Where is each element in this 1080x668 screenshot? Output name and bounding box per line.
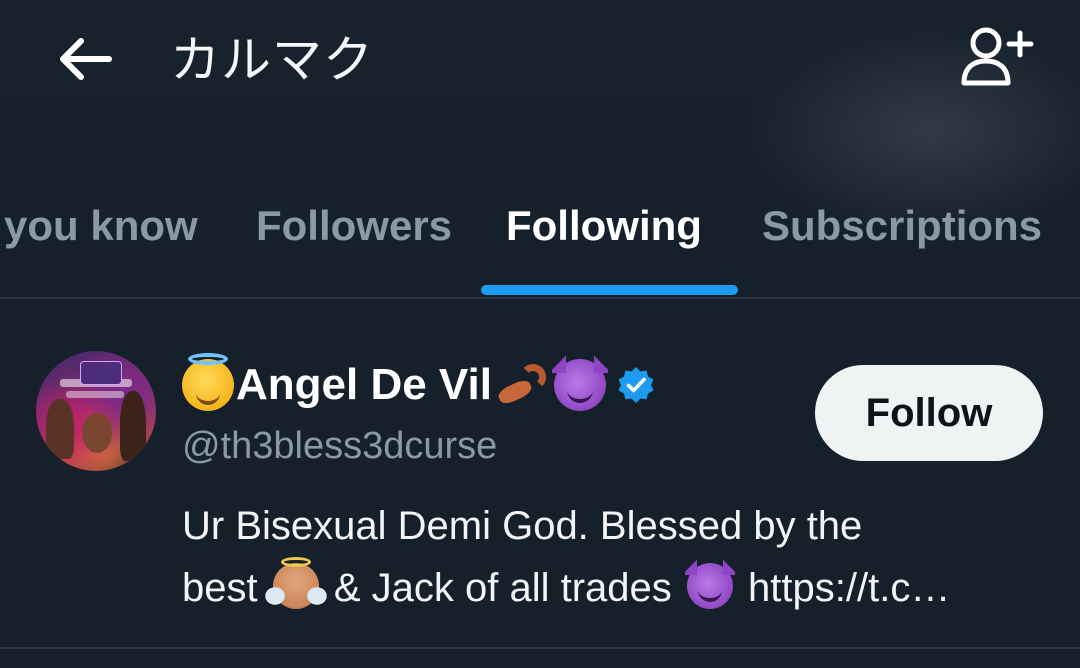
avatar[interactable]: [36, 351, 156, 471]
tab-followers[interactable]: Followers: [256, 198, 452, 254]
person-plus-icon: [961, 27, 1034, 86]
user-list-item[interactable]: Angel De Vil @th3bless3dcurse Follow Ur …: [0, 299, 1080, 647]
bio-line: Ur Bisexual Demi God. Blessed by the: [182, 504, 863, 548]
add-person-button[interactable]: [955, 22, 1041, 92]
bio-line: best & Jack of all trades https://t.c…: [182, 557, 1052, 619]
smiling-face-with-halo-emoji: [182, 353, 234, 411]
avatar-artwork-text: [66, 391, 124, 398]
tab-following[interactable]: Following: [506, 198, 702, 254]
user-name-row[interactable]: Angel De Vil: [182, 353, 656, 413]
profile-tabs: you know Followers Following Subscriptio…: [0, 180, 1080, 298]
tab-subscriptions[interactable]: Subscriptions: [762, 198, 1042, 254]
follow-button[interactable]: Follow: [815, 365, 1043, 461]
avatar-artwork-badge: [80, 361, 122, 385]
page-title: カルマク: [170, 32, 374, 88]
bio-text: & Jack of all trades: [333, 566, 672, 610]
avatar-artwork-figure: [82, 413, 112, 453]
smiling-devil-emoji: [684, 559, 735, 609]
back-button[interactable]: [50, 28, 120, 90]
user-bio: Ur Bisexual Demi God. Blessed by the bes…: [182, 495, 1052, 619]
avatar-artwork-figure: [46, 399, 74, 459]
display-name: Angel De Vil: [236, 360, 492, 409]
baby-angel-emoji: [264, 557, 327, 609]
active-tab-indicator: [481, 285, 738, 295]
arrow-left-icon: [60, 38, 112, 80]
user-handle[interactable]: @th3bless3dcurse: [182, 421, 497, 471]
tab-followers-you-know[interactable]: you know: [4, 198, 198, 254]
avatar-artwork-figure: [120, 391, 146, 461]
bio-text: best: [182, 566, 258, 610]
following-page: カルマク you know Followers Following Subscr…: [0, 0, 1080, 668]
verified-badge-icon: [618, 367, 654, 403]
profile-header: カルマク you know Followers Following Subscr…: [0, 0, 1080, 300]
bio-link[interactable]: https://t.c…: [748, 566, 950, 610]
list-divider: [0, 647, 1080, 649]
scorpion-emoji: [494, 360, 550, 410]
smiling-devil-emoji: [551, 355, 608, 411]
top-app-bar: カルマク: [0, 0, 1080, 120]
